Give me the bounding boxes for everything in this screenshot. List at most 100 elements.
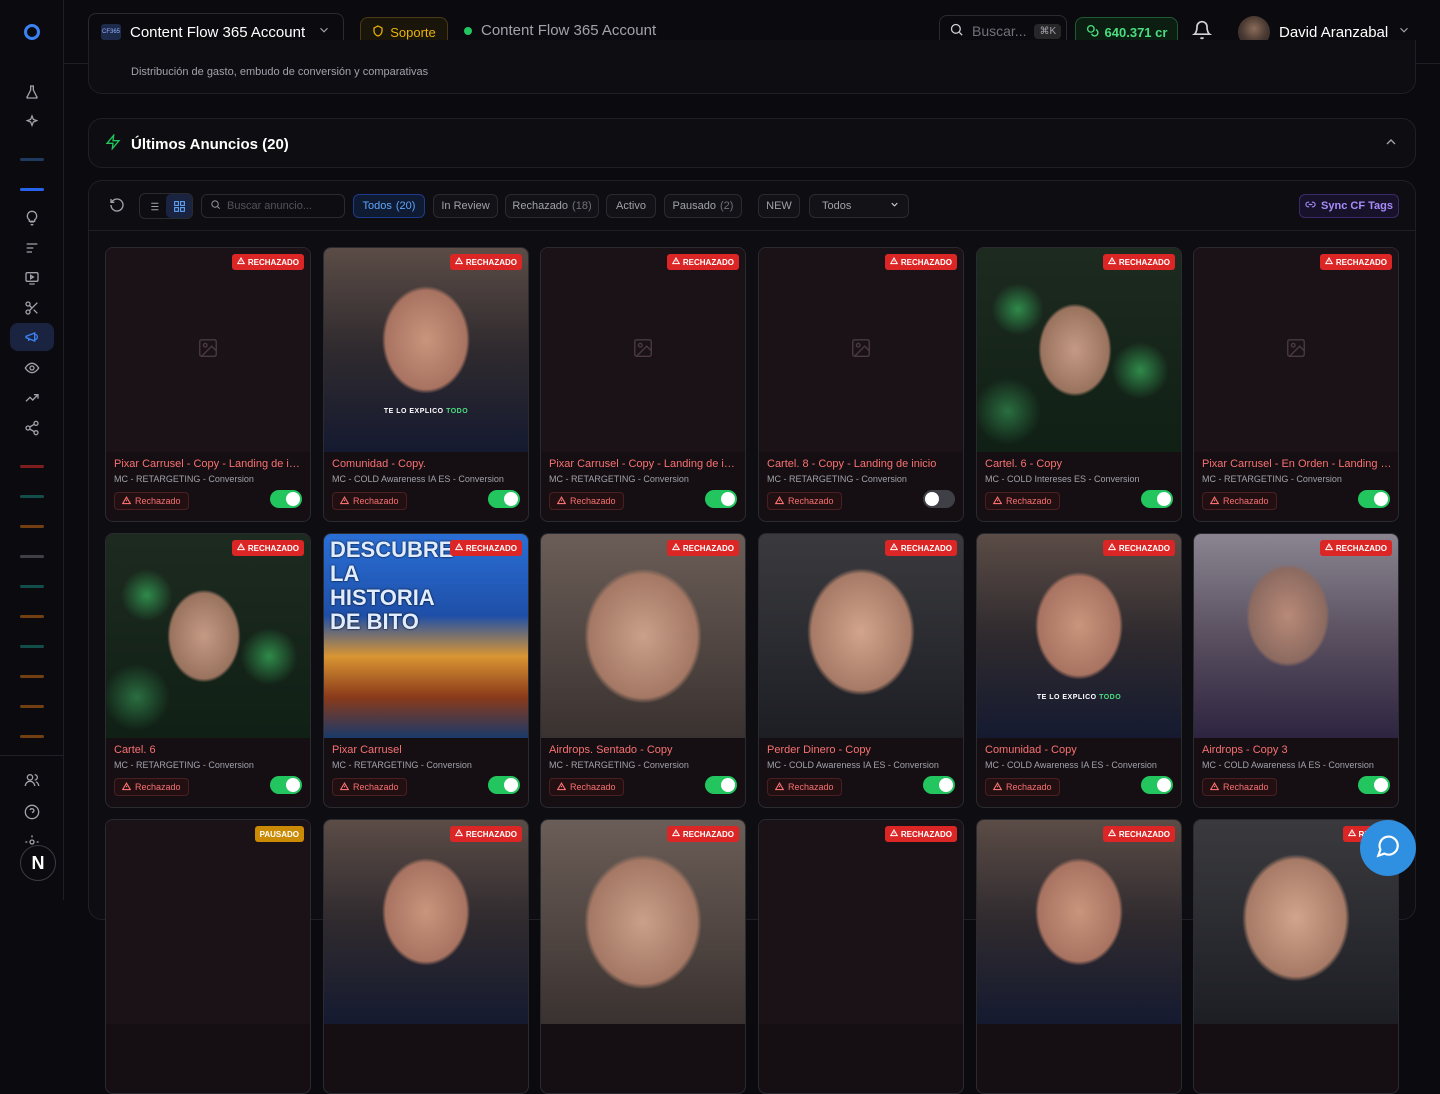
ad-thumbnail[interactable] (759, 820, 963, 1024)
ad-card[interactable]: RECHAZADO Pixar Carrusel - Copy - Landing… (540, 247, 746, 522)
ad-thumbnail[interactable] (1194, 534, 1398, 738)
ad-thumbnail[interactable] (977, 820, 1181, 1024)
filter-tab-paused[interactable]: Pausado (2) (664, 194, 742, 218)
ad-toggle[interactable] (923, 490, 955, 508)
sidebar-separator (0, 755, 64, 756)
ad-name: Comunidad - Copy. (332, 458, 426, 470)
scissors-icon[interactable] (20, 296, 44, 320)
ad-card[interactable]: RECHAZADO (758, 819, 964, 1094)
ad-toggle[interactable] (1358, 776, 1390, 794)
ad-thumbnail[interactable] (1194, 248, 1398, 452)
status-chip-label: Rechazado (1006, 782, 1052, 792)
section-title: Últimos Anuncios (20) (131, 136, 289, 153)
status-chip-label: Rechazado (788, 496, 834, 506)
ad-thumbnail[interactable]: TE LO EXPLICO TODO (977, 534, 1181, 738)
ad-thumbnail[interactable] (541, 820, 745, 1024)
ad-toggle[interactable] (923, 776, 955, 794)
filter-new-button[interactable]: NEW (758, 194, 800, 218)
trending-icon[interactable] (20, 386, 44, 410)
ad-card[interactable]: TE LO EXPLICO TODO RECHAZADO Comunidad - C… (976, 533, 1182, 808)
chevron-up-icon[interactable] (1383, 134, 1399, 155)
ad-thumbnail[interactable] (106, 248, 310, 452)
ad-search-input[interactable]: Buscar anuncio... (201, 194, 345, 218)
ad-card[interactable]: RECHAZADO (540, 819, 746, 1094)
ad-thumbnail[interactable] (759, 248, 963, 452)
list-icon[interactable] (20, 236, 44, 260)
ad-toggle[interactable] (705, 490, 737, 508)
lightbulb-icon[interactable] (20, 206, 44, 230)
ad-campaign: MC - RETARGETING - Conversion (114, 474, 254, 484)
sync-cf-tags-button[interactable]: Sync CF Tags (1299, 194, 1399, 218)
status-badge: RECHAZADO (449, 826, 522, 842)
monitor-play-icon[interactable] (20, 266, 44, 290)
ad-thumbnail[interactable] (324, 820, 528, 1024)
ad-toggle[interactable] (705, 776, 737, 794)
grid-view-icon[interactable] (166, 194, 192, 218)
filter-bar: Buscar anuncio... Todos (20) In Review Re… (89, 181, 1415, 231)
ad-thumbnail[interactable] (106, 534, 310, 738)
zap-icon (105, 133, 121, 155)
ad-thumbnail[interactable]: DESCUBRE LA HISTORIA DE BITO (324, 534, 528, 738)
ad-toggle[interactable] (270, 776, 302, 794)
nav-divider (20, 465, 44, 468)
ad-thumbnail[interactable]: TE LO EXPLICO TODO (324, 248, 528, 452)
refresh-icon[interactable] (109, 197, 125, 218)
filter-tab-label: Activo (616, 200, 646, 212)
ad-card[interactable]: RECHAZADO (976, 819, 1182, 1094)
ad-card[interactable]: RECHAZADO (323, 819, 529, 1094)
ad-toggle[interactable] (1141, 490, 1173, 508)
users-icon[interactable] (20, 768, 44, 792)
link-icon (1305, 199, 1316, 213)
status-chip: Rechazado (549, 492, 624, 510)
ad-card[interactable]: RECHAZADO Perder Dinero - Copy MC - COLD A… (758, 533, 964, 808)
ad-toggle[interactable] (1358, 490, 1390, 508)
ad-campaign: MC - COLD Awareness IA ES - Conversion (332, 474, 504, 484)
list-view-icon[interactable] (140, 194, 166, 218)
alert-triangle-icon (121, 495, 132, 507)
ad-name: Pixar Carrusel - En Orden - Landing d... (1202, 458, 1392, 470)
ad-card[interactable]: TE LO EXPLICO TODO RECHAZADO Comunidad - C… (323, 247, 529, 522)
status-badge-label: RECHAZADO (465, 829, 517, 839)
help-icon[interactable] (20, 800, 44, 824)
ad-card[interactable]: RECHAZADO Cartel. 6 - Copy MC - COLD Inter… (976, 247, 1182, 522)
ad-card[interactable]: DESCUBRE LA HISTORIA DE BITO RECHAZADO Pix… (323, 533, 529, 808)
filter-tab-active[interactable]: Activo (606, 194, 656, 218)
thumbnail-caption: DESCUBRE LA HISTORIA DE BITO (330, 537, 454, 634)
ad-card[interactable]: RECHAZADO Cartel. 6 MC - RETARGETING - Con… (105, 533, 311, 808)
share-icon[interactable] (20, 416, 44, 440)
ads-section-header[interactable]: Últimos Anuncios (20) (88, 118, 1416, 168)
ad-card[interactable]: RECHAZADO Pixar Carrusel - En Orden - Lan… (1193, 247, 1399, 522)
filter-select[interactable]: Todos (809, 194, 909, 218)
ad-toggle[interactable] (270, 490, 302, 508)
status-chip: Rechazado (985, 492, 1060, 510)
ad-name: Pixar Carrusel - Copy - Landing de in... (114, 458, 304, 470)
ad-toggle[interactable] (1141, 776, 1173, 794)
status-chip: Rechazado (114, 778, 189, 796)
ad-toggle[interactable] (488, 490, 520, 508)
ad-thumbnail[interactable] (541, 534, 745, 738)
chat-button[interactable] (1360, 820, 1416, 876)
view-toggle (139, 193, 193, 219)
ad-toggle[interactable] (488, 776, 520, 794)
ad-card[interactable]: RECHAZADO Airdrops. Sentado - Copy MC - RE… (540, 533, 746, 808)
ad-thumbnail[interactable] (106, 820, 310, 1024)
flask-icon[interactable] (20, 80, 44, 104)
filter-tab-rejected[interactable]: Rechazado (18) (505, 194, 599, 218)
ad-thumbnail[interactable] (541, 248, 745, 452)
workspace-avatar[interactable]: N (20, 845, 56, 881)
ad-card[interactable]: RECHAZADO Cartel. 8 - Copy - Landing de i… (758, 247, 964, 522)
filter-tab-all[interactable]: Todos (20) (353, 194, 425, 218)
ad-card[interactable]: RECHAZADO Airdrops - Copy 3 MC - COLD Awar… (1193, 533, 1399, 808)
filter-tab-in-review[interactable]: In Review (433, 194, 498, 218)
status-badge: RECHAZADO (884, 254, 957, 270)
ad-card[interactable]: RECHAZADO Pixar Carrusel - Copy - Landing… (105, 247, 311, 522)
status-badge: RECHAZADO (1102, 254, 1175, 270)
ad-thumbnail[interactable] (977, 248, 1181, 452)
ad-thumbnail[interactable] (759, 534, 963, 738)
eye-icon[interactable] (20, 356, 44, 380)
status-badge: PAUSADO (254, 826, 304, 842)
ad-card[interactable]: PAUSADO (105, 819, 311, 1094)
sparkles-icon[interactable] (20, 110, 44, 134)
megaphone-icon[interactable] (10, 323, 54, 351)
app-logo[interactable] (24, 24, 40, 40)
